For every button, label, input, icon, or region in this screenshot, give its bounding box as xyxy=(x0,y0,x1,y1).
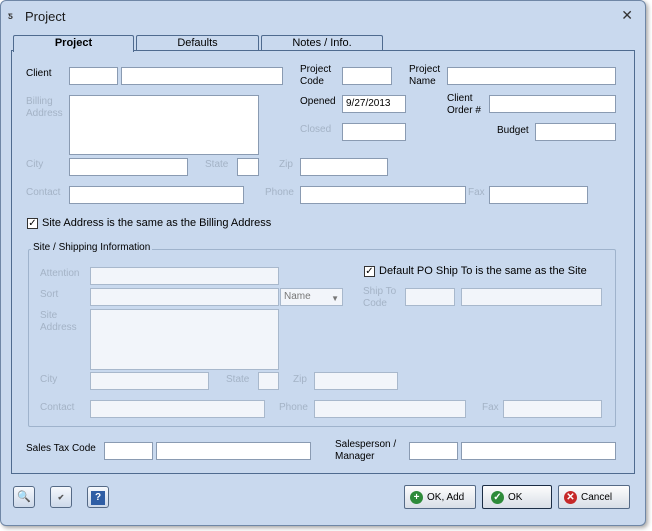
default-po-label: Default PO Ship To is the same as the Si… xyxy=(379,265,587,277)
app-icon: ƽ xyxy=(8,11,13,22)
site-phone-label: Phone xyxy=(279,402,308,413)
client-order-label: Client Order # xyxy=(447,93,481,116)
ship-to-code-input[interactable] xyxy=(405,288,455,306)
ok-label: OK xyxy=(508,491,523,503)
attention-label: Attention xyxy=(40,268,80,279)
site-phone-input[interactable] xyxy=(314,400,466,418)
site-zip-label: Zip xyxy=(293,374,307,385)
sales-tax-name-input[interactable] xyxy=(156,442,311,460)
search-icon: 🔍 xyxy=(17,491,31,503)
check-icon: ✓ xyxy=(491,490,504,504)
state-label: State xyxy=(205,159,229,170)
close-icon[interactable]: ✕ xyxy=(621,7,633,24)
site-fax-input[interactable] xyxy=(503,400,602,418)
phone-label: Phone xyxy=(265,187,294,198)
lookup-button[interactable]: 🔍 xyxy=(13,486,35,508)
site-address-label: Site Address xyxy=(40,310,77,333)
zip-label: Zip xyxy=(279,159,293,170)
sort-label: Sort xyxy=(40,289,59,300)
title-bar: ƽ Project ✕ xyxy=(1,1,645,31)
cancel-label: Cancel xyxy=(581,491,613,503)
tab-notes-info[interactable]: Notes / Info. xyxy=(261,35,383,51)
add-icon: + xyxy=(410,490,423,504)
project-code-input[interactable] xyxy=(342,67,392,85)
opened-date-input[interactable]: 9/27/2013 xyxy=(342,95,406,113)
salesperson-code-input[interactable] xyxy=(409,442,458,460)
salesperson-name-input[interactable] xyxy=(461,442,616,460)
opened-label: Opened xyxy=(300,96,336,107)
sort-select[interactable]: Name ▼ xyxy=(280,288,343,306)
closed-date-input[interactable] xyxy=(342,123,406,141)
contact-label: Contact xyxy=(26,187,61,198)
site-contact-input[interactable] xyxy=(90,400,265,418)
client-order-input[interactable] xyxy=(489,95,616,113)
project-dialog: ƽ Project ✕ Project Defaults Notes / Inf… xyxy=(0,0,646,526)
city-input[interactable] xyxy=(69,158,188,176)
fax-label: Fax xyxy=(468,187,485,198)
site-state-label: State xyxy=(226,374,250,385)
site-state-input[interactable] xyxy=(258,372,279,390)
client-code-input[interactable] xyxy=(69,67,118,85)
spellcheck-button[interactable]: ✔ xyxy=(50,486,72,508)
default-po-checkbox[interactable]: ✓ xyxy=(364,266,375,277)
closed-label: Closed xyxy=(300,124,332,135)
site-zip-input[interactable] xyxy=(314,372,398,390)
sort-input[interactable] xyxy=(90,288,279,306)
state-input[interactable] xyxy=(237,158,259,176)
tab-project[interactable]: Project xyxy=(13,35,134,52)
zip-input[interactable] xyxy=(300,158,388,176)
tab-defaults[interactable]: Defaults xyxy=(136,35,259,51)
cancel-button[interactable]: ✕ Cancel xyxy=(558,485,630,509)
site-city-label: City xyxy=(40,374,58,385)
billing-address-input[interactable] xyxy=(69,95,259,155)
billing-address-label: Billing Address xyxy=(26,96,63,119)
site-same-checkbox[interactable]: ✓ xyxy=(27,218,38,229)
help-icon: ? xyxy=(91,491,105,505)
salesperson-label: Salesperson / Manager xyxy=(335,439,397,462)
client-name-input[interactable] xyxy=(121,67,283,85)
site-fax-label: Fax xyxy=(482,402,499,413)
fax-input[interactable] xyxy=(489,186,588,204)
attention-input[interactable] xyxy=(90,267,279,285)
window-title: Project xyxy=(25,9,66,24)
ship-to-name-input[interactable] xyxy=(461,288,602,306)
budget-label: Budget xyxy=(497,125,529,136)
site-contact-label: Contact xyxy=(40,402,75,413)
sales-tax-label: Sales Tax Code xyxy=(26,443,96,454)
spellcheck-icon: ✔ xyxy=(57,493,65,502)
project-name-label: Project Name xyxy=(409,64,441,87)
phone-input[interactable] xyxy=(300,186,466,204)
help-button[interactable]: ? xyxy=(87,486,109,508)
project-code-label: Project Code xyxy=(300,64,332,87)
chevron-down-icon: ▼ xyxy=(331,294,339,303)
cancel-icon: ✕ xyxy=(564,490,577,504)
client-label: Client xyxy=(26,68,52,79)
site-shipping-title: Site / Shipping Information xyxy=(31,242,153,253)
ok-add-button[interactable]: + OK, Add xyxy=(404,485,476,509)
city-label: City xyxy=(26,159,44,170)
site-city-input[interactable] xyxy=(90,372,209,390)
ship-to-code-label: Ship To Code xyxy=(363,286,397,309)
ok-add-label: OK, Add xyxy=(427,491,465,503)
ok-button[interactable]: ✓ OK xyxy=(482,485,552,509)
budget-input[interactable] xyxy=(535,123,616,141)
sales-tax-code-input[interactable] xyxy=(104,442,153,460)
contact-input[interactable] xyxy=(69,186,244,204)
site-same-label: Site Address is the same as the Billing … xyxy=(42,217,272,229)
site-address-input[interactable] xyxy=(90,309,279,370)
project-name-input[interactable] xyxy=(447,67,616,85)
sort-select-value: Name xyxy=(284,291,311,302)
